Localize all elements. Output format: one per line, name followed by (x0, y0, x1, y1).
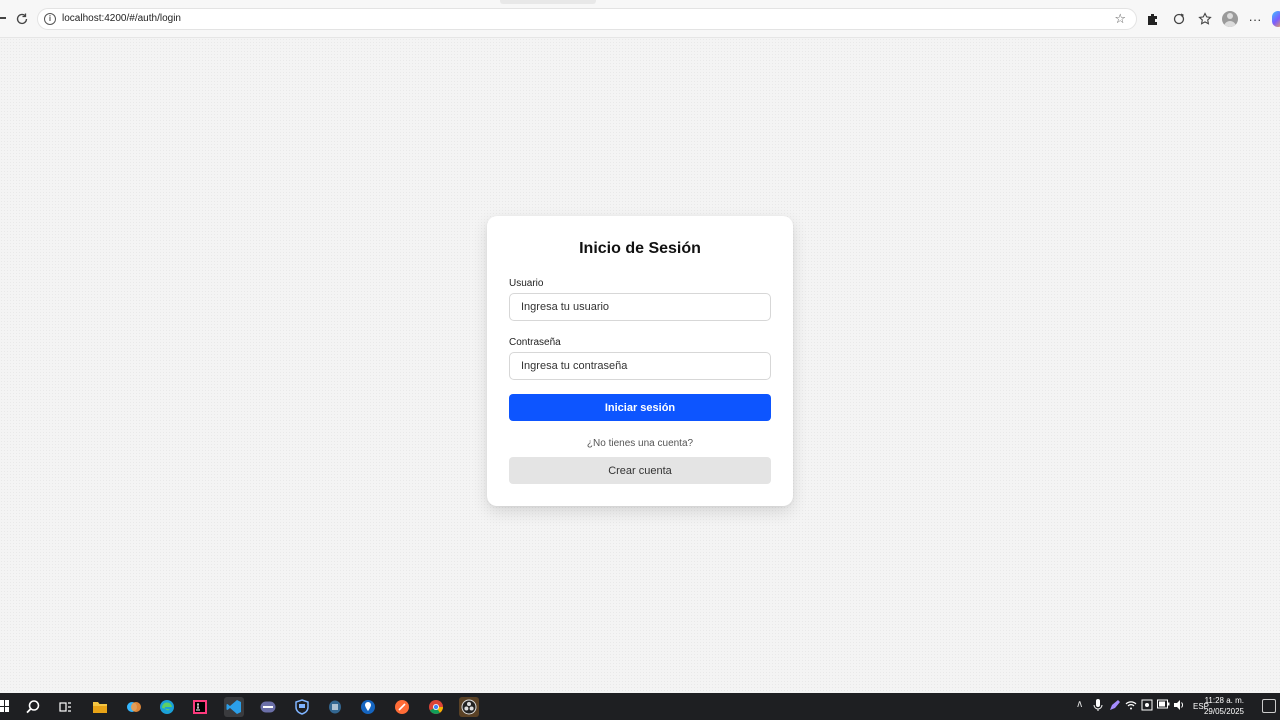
no-account-text: ¿No tienes una cuenta? (586, 438, 694, 449)
create-account-button[interactable]: Crear cuenta (509, 457, 771, 484)
maps-icon[interactable] (358, 697, 378, 717)
page-background: Inicio de Sesión Usuario Contraseña Inic… (0, 38, 1280, 693)
task-view-icon[interactable] (56, 697, 76, 717)
username-label: Usuario (509, 278, 544, 289)
star-icon[interactable]: ☆ (1114, 11, 1126, 27)
volume-icon[interactable] (1173, 699, 1185, 714)
edge-icon[interactable] (157, 697, 177, 717)
reload-icon[interactable] (14, 11, 30, 27)
database-icon[interactable] (325, 697, 345, 717)
search-icon[interactable] (23, 697, 43, 717)
browser-toolbar: i localhost:4200/#/auth/login ☆ ··· (0, 0, 1280, 38)
clock-time: 11:28 a. m. (1204, 696, 1244, 705)
pen-icon[interactable] (1109, 699, 1121, 714)
intellij-icon[interactable] (190, 697, 210, 717)
username-input[interactable] (509, 293, 771, 321)
login-button[interactable]: Iniciar sesión (509, 394, 771, 421)
page-title: Inicio de Sesión (579, 240, 701, 257)
chrome-icon[interactable] (426, 697, 446, 717)
refresh-icon[interactable] (1170, 10, 1188, 28)
profile-icon[interactable] (1222, 11, 1238, 27)
address-bar[interactable]: i localhost:4200/#/auth/login ☆ (37, 8, 1137, 30)
clock-date: 29/05/2025 (1203, 707, 1244, 716)
shield-icon[interactable] (292, 697, 312, 717)
info-icon[interactable]: i (44, 13, 56, 25)
copilot-app-icon[interactable] (124, 697, 144, 717)
wifi-icon[interactable] (1125, 699, 1137, 714)
taskbar: ∧ ESP 11:28 a. m. 29/05/2025 (0, 693, 1280, 720)
tab-strip-hint (500, 0, 596, 4)
battery-icon[interactable] (1157, 699, 1170, 712)
vscode-icon[interactable] (224, 697, 244, 717)
terminal-icon[interactable] (258, 697, 278, 717)
start-icon[interactable] (0, 700, 9, 712)
favorites-icon[interactable] (1196, 10, 1214, 28)
copilot-icon[interactable] (1272, 11, 1280, 27)
clock[interactable]: 11:28 a. m. 29/05/2025 (1204, 695, 1244, 717)
file-explorer-icon[interactable] (90, 697, 110, 717)
extension-icon[interactable] (1144, 10, 1162, 28)
password-label: Contraseña (509, 337, 561, 348)
back-edge (0, 17, 6, 19)
url-text[interactable]: localhost:4200/#/auth/login (62, 13, 181, 24)
obs-icon[interactable] (459, 697, 479, 717)
camera-icon[interactable] (1141, 699, 1153, 714)
more-icon[interactable]: ··· (1246, 10, 1264, 28)
login-card: Inicio de Sesión Usuario Contraseña Inic… (487, 216, 793, 506)
postman-icon[interactable] (392, 697, 412, 717)
microphone-icon[interactable] (1093, 699, 1103, 714)
notification-icon[interactable] (1262, 699, 1276, 713)
password-input[interactable] (509, 352, 771, 380)
chevron-up-icon[interactable]: ∧ (1076, 699, 1083, 710)
